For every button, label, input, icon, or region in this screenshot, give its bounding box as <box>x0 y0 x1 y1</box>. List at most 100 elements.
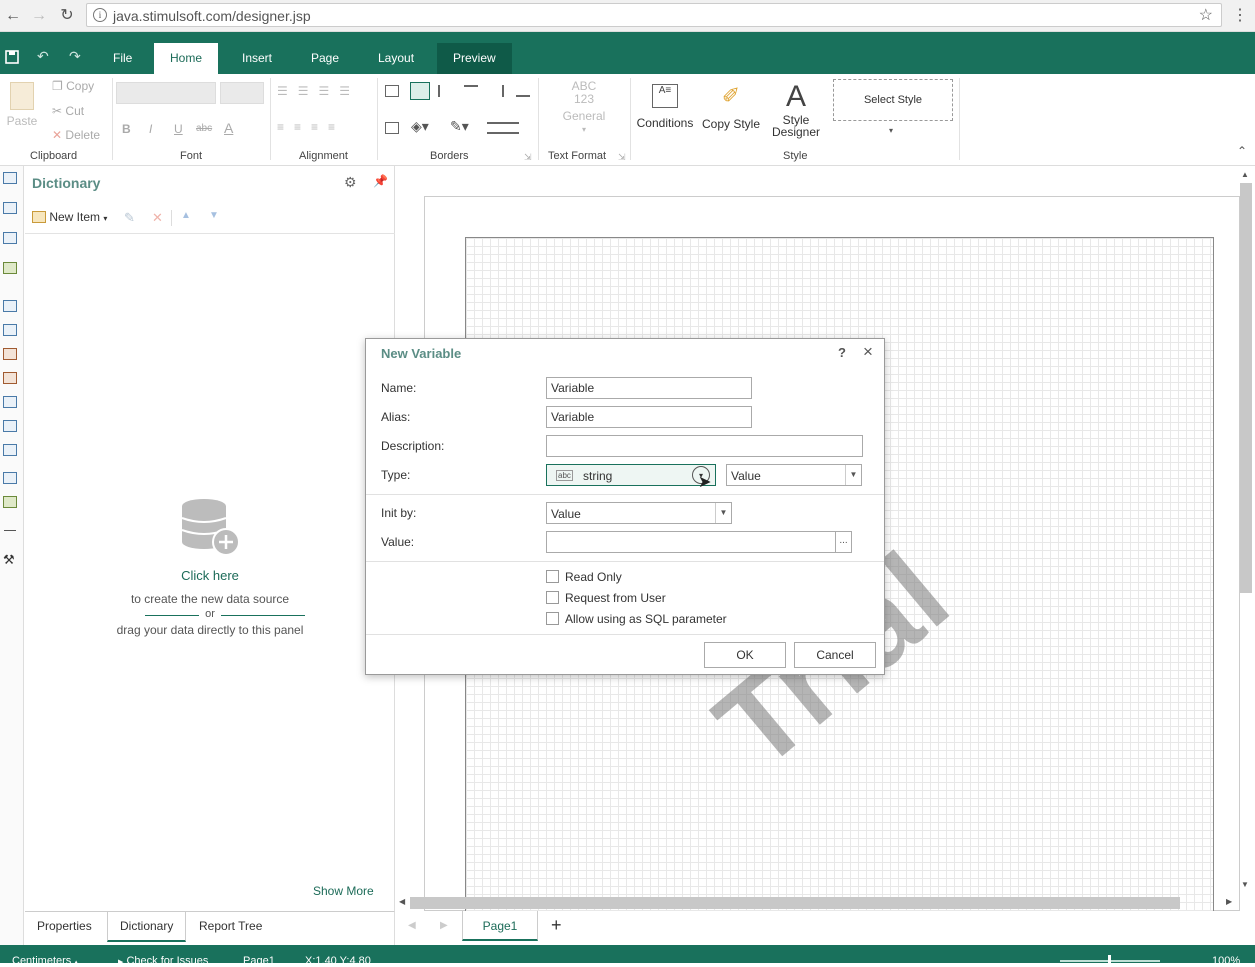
scroll-down-icon[interactable]: ▼ <box>1241 880 1249 889</box>
style-designer-button[interactable]: A Style Designer <box>768 80 824 138</box>
select-style-gallery[interactable]: Select Style <box>833 79 953 121</box>
tab-home[interactable]: Home <box>154 43 219 74</box>
name-input[interactable] <box>546 377 752 399</box>
fill-color-icon[interactable]: ◈▾ <box>411 118 429 135</box>
tab-file[interactable]: File <box>97 43 148 74</box>
cross-band-icon[interactable] <box>3 202 17 214</box>
gear-icon[interactable]: ⚙ <box>344 174 357 191</box>
tab-page[interactable]: Page <box>295 43 355 74</box>
delete-icon[interactable]: ✕ <box>152 210 163 226</box>
edit-icon[interactable]: ✎ <box>124 210 135 226</box>
browser-menu-icon[interactable]: ⋮ <box>1232 5 1248 25</box>
vertical-scrollbar[interactable] <box>1240 183 1252 593</box>
undo-icon[interactable]: ↶ <box>37 48 49 65</box>
tab-preview[interactable]: Preview <box>437 43 512 74</box>
request-from-user-checkbox[interactable] <box>546 591 559 604</box>
border-outside-icon[interactable] <box>410 82 430 100</box>
bold-button[interactable]: B <box>122 122 131 136</box>
border-bottom-icon[interactable] <box>516 85 530 97</box>
read-only-option[interactable]: Read Only <box>546 570 622 584</box>
picture-icon[interactable] <box>3 496 17 508</box>
border-right-icon[interactable] <box>490 85 504 97</box>
move-up-icon[interactable]: ▲ <box>181 210 191 221</box>
scroll-left-icon[interactable]: ◀ <box>399 897 405 906</box>
next-page-icon[interactable]: ▶ <box>440 920 448 931</box>
scroll-up-icon[interactable]: ▲ <box>1241 170 1249 179</box>
move-down-icon[interactable]: ▼ <box>209 210 219 221</box>
request-from-user-option[interactable]: Request from User <box>546 591 666 605</box>
chevron-down-icon[interactable]: ▾ <box>889 126 893 135</box>
border-style-icon[interactable] <box>487 122 519 134</box>
font-size-dropdown[interactable] <box>220 82 264 104</box>
reload-icon[interactable]: ↻ <box>56 5 78 27</box>
text-format-expand-icon[interactable]: ⇲ <box>618 152 626 163</box>
border-top-icon[interactable] <box>464 85 478 97</box>
clone-icon[interactable] <box>3 420 17 432</box>
tab-properties[interactable]: Properties <box>25 912 104 942</box>
new-item-button[interactable]: New Item ▾ <box>32 210 107 224</box>
horizontal-align-icons[interactable]: ≡≡≡≡ <box>277 120 345 134</box>
border-left-icon[interactable] <box>438 85 452 97</box>
font-color-button[interactable]: A <box>224 120 233 136</box>
copy-style-button[interactable]: ✐ Copy Style <box>700 84 762 132</box>
close-button[interactable]: × <box>863 342 873 362</box>
collapse-ribbon-icon[interactable]: ⌃ <box>1237 144 1247 158</box>
border-shadow-icon[interactable] <box>385 122 399 134</box>
panel-icon[interactable] <box>3 396 17 408</box>
help-button[interactable]: ? <box>838 345 846 360</box>
tab-dictionary[interactable]: Dictionary <box>107 912 187 942</box>
scroll-right-icon[interactable]: ▶ <box>1226 897 1232 906</box>
line-icon[interactable] <box>4 530 16 531</box>
border-color-icon[interactable]: ✎▾ <box>450 118 469 135</box>
units-dropdown[interactable]: Centimeters ▴ <box>12 955 78 967</box>
tab-layout[interactable]: Layout <box>362 43 430 74</box>
subreport-icon[interactable] <box>3 232 17 244</box>
strikethrough-button[interactable]: abc <box>196 123 212 134</box>
alias-input[interactable] <box>546 406 752 428</box>
bookmark-star-icon[interactable]: ☆ <box>1199 5 1213 25</box>
tab-report-tree[interactable]: Report Tree <box>187 912 274 942</box>
conditions-button[interactable]: A≡ Conditions <box>636 84 694 130</box>
band-icon[interactable] <box>3 172 17 184</box>
text-icon[interactable] <box>3 300 17 312</box>
zip-code-icon[interactable] <box>3 472 17 484</box>
delete-button[interactable]: ✕ Delete <box>52 128 100 142</box>
vertical-align-icons[interactable]: ☰☰☰☰ <box>277 84 360 98</box>
info-icon[interactable]: i <box>93 8 107 22</box>
prev-page-icon[interactable]: ◀ <box>408 920 416 931</box>
show-more-link[interactable]: Show More <box>313 884 374 898</box>
copy-button[interactable]: ❐ Copy <box>52 79 94 93</box>
rich-text-icon[interactable] <box>3 324 17 336</box>
tab-insert[interactable]: Insert <box>226 43 288 74</box>
font-name-dropdown[interactable] <box>116 82 216 104</box>
database-add-icon[interactable] <box>180 496 242 556</box>
horizontal-scrollbar[interactable] <box>410 897 1180 909</box>
description-input[interactable] <box>546 435 863 457</box>
redo-icon[interactable]: ↷ <box>69 48 81 65</box>
italic-button[interactable]: I <box>149 122 152 136</box>
table-icon[interactable] <box>3 444 17 456</box>
allow-sql-option[interactable]: Allow using as SQL parameter <box>546 612 727 626</box>
zoom-slider-thumb[interactable] <box>1108 955 1111 963</box>
type-dropdown[interactable]: abc string ▾ ➤ <box>546 464 716 491</box>
save-icon[interactable] <box>5 50 19 67</box>
forward-arrow-icon[interactable]: → <box>28 5 50 27</box>
type-kind-dropdown[interactable]: Value ▼ <box>726 464 862 486</box>
allow-sql-checkbox[interactable] <box>546 612 559 625</box>
check-issues-button[interactable]: ▶ Check for Issues <box>118 955 208 967</box>
cancel-button[interactable]: Cancel <box>794 642 876 668</box>
borders-expand-icon[interactable]: ⇲ <box>524 152 532 163</box>
underline-button[interactable]: U <box>174 122 183 136</box>
tools-icon[interactable]: ⚒ <box>3 552 15 568</box>
ok-button[interactable]: OK <box>704 642 786 668</box>
click-here-link[interactable]: Click here <box>25 568 395 583</box>
text-format-button[interactable]: ABC 123 General ▾ <box>554 80 614 136</box>
page-tab-page1[interactable]: Page1 <box>462 911 538 941</box>
add-page-icon[interactable]: + <box>551 915 562 936</box>
cut-button[interactable]: ✂ Cut <box>52 104 84 118</box>
value-ellipsis-button[interactable]: ... <box>835 531 852 553</box>
value-input[interactable] <box>546 531 836 553</box>
read-only-checkbox[interactable] <box>546 570 559 583</box>
border-all-icon[interactable] <box>385 85 399 97</box>
init-by-dropdown[interactable]: Value ▼ <box>546 502 732 524</box>
